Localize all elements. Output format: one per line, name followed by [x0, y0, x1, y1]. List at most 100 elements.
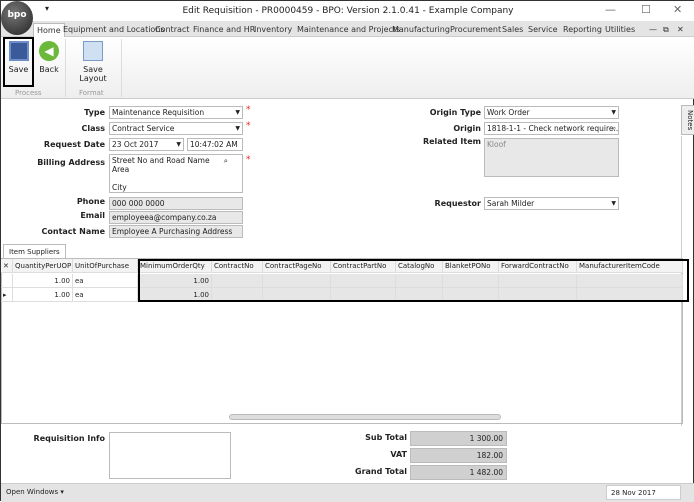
requestor-value: Sarah Milder [487, 199, 535, 208]
tab-reporting[interactable]: Reporting [563, 23, 602, 37]
origin-type-select[interactable]: Work Order ▼ [484, 106, 619, 119]
horizontal-scrollbar[interactable] [229, 414, 501, 420]
chevron-down-icon: ▼ [611, 200, 616, 207]
billing-line [112, 174, 242, 183]
quick-access-dropdown-icon[interactable]: ▾ [45, 4, 49, 13]
type-select[interactable]: Maintenance Requisition ▼ [109, 106, 243, 119]
class-label: Class [81, 124, 105, 133]
save-label: Save [8, 65, 29, 74]
tab-item-suppliers[interactable]: Item Suppliers [3, 244, 66, 259]
row-indicator[interactable]: ▸ [1, 288, 13, 302]
contact-name-label: Contact Name [41, 227, 106, 236]
billing-line: Street No and Road Name [112, 156, 210, 165]
origin-lookup[interactable]: 1818-1-1 - Check network require... ⌕ [484, 122, 619, 135]
tab-utilities[interactable]: Utilities [605, 23, 635, 37]
column-header[interactable]: QuantityPerUOP [13, 259, 73, 273]
layout-wrench-icon [83, 41, 103, 61]
subtotal-label: Sub Total [365, 433, 407, 442]
grid-cell[interactable]: ea [73, 288, 138, 302]
column-header[interactable]: UnitOfPurchase [73, 259, 138, 273]
related-item-field: Kloof [484, 138, 619, 177]
request-time-input[interactable]: 10:47:02 AM [187, 138, 243, 151]
tab-maintenance-and-projects[interactable]: Maintenance and Projects [297, 23, 400, 37]
tab-manufacturing[interactable]: Manufacturing [392, 23, 450, 37]
tab-sales[interactable]: Sales [502, 23, 523, 37]
mdi-close-icon[interactable]: ✕ [677, 23, 684, 37]
column-header[interactable]: MinimumOrderQty [138, 259, 212, 273]
tab-home[interactable]: Home [33, 23, 65, 37]
grid-cell[interactable] [443, 274, 499, 288]
row-indicator[interactable] [1, 274, 13, 288]
mdi-restore-icon[interactable]: ⧉ [663, 23, 669, 37]
grid-cell[interactable] [263, 288, 331, 302]
grid-cell[interactable] [396, 288, 443, 302]
grid-cell[interactable] [331, 288, 396, 302]
column-header[interactable]: ContractPartNo [331, 259, 396, 273]
grid-cell[interactable] [331, 274, 396, 288]
column-header[interactable]: CatalogNo [396, 259, 443, 273]
minimize-icon[interactable]: — [605, 3, 616, 16]
grid-cell[interactable] [443, 288, 499, 302]
column-header[interactable]: ForwardContractNo [499, 259, 577, 273]
grid-corner-icon[interactable]: ✕ [1, 259, 13, 273]
status-date[interactable]: 28 Nov 2017 [606, 485, 681, 500]
grand-total-field: 1 482.00 [410, 465, 507, 480]
grid-cell[interactable] [577, 288, 683, 302]
column-header[interactable]: ContractPageNo [263, 259, 331, 273]
email-label: Email [80, 211, 105, 220]
column-header[interactable]: BlanketPONo [443, 259, 499, 273]
mdi-minimize-icon[interactable]: — [649, 23, 657, 37]
email-field: employeea@company.co.za [109, 211, 243, 224]
origin-label: Origin [453, 124, 481, 133]
class-select[interactable]: Contract Service ▼ [109, 122, 243, 135]
requisition-info-input[interactable] [109, 432, 231, 479]
request-date-input[interactable]: 23 Oct 2017 ▼ [109, 138, 184, 151]
maximize-icon[interactable]: ☐ [641, 3, 651, 16]
grid-cell[interactable]: 1.00 [138, 288, 212, 302]
request-date-label: Request Date [43, 140, 105, 149]
billing-line: Area [112, 165, 130, 174]
group-format-label: Format [79, 89, 104, 97]
grid-cell[interactable] [212, 274, 263, 288]
tab-contract[interactable]: Contract [155, 23, 189, 37]
ribbon-tabs: Home Equipment and Locations Contract Finan… [1, 21, 694, 37]
tab-finance-and-hr[interactable]: Finance and HR [193, 23, 255, 37]
notes-side-tab[interactable]: Notes [681, 105, 694, 135]
chevron-down-icon: ▼ [176, 141, 181, 148]
grid-cell[interactable]: 1.00 [13, 274, 73, 288]
grid-cell[interactable] [396, 274, 443, 288]
column-header[interactable]: ContractNo [212, 259, 263, 273]
back-arrow-icon: ◀ [39, 41, 59, 61]
required-marker: * [246, 155, 251, 165]
grid-cell[interactable]: 1.00 [138, 274, 212, 288]
origin-type-value: Work Order [487, 108, 530, 117]
grid-cell[interactable] [212, 288, 263, 302]
tab-equipment-and-locations[interactable]: Equipment and Locations [63, 23, 165, 37]
grid-cell[interactable] [577, 274, 683, 288]
requestor-select[interactable]: Sarah Milder ▼ [484, 197, 619, 210]
chevron-down-icon: ▼ [235, 125, 240, 132]
tab-procurement[interactable]: Procurement [450, 23, 501, 37]
grid-cell[interactable] [263, 274, 331, 288]
save-button[interactable]: Save [3, 37, 34, 87]
subtotal-field: 1 300.00 [410, 431, 507, 446]
save-layout-button[interactable]: Save Layout [69, 39, 117, 87]
back-label: Back [39, 65, 59, 74]
grid-cell[interactable] [499, 288, 577, 302]
tab-inventory[interactable]: Inventory [254, 23, 292, 37]
billing-address-input[interactable]: ⌕ Street No and Road Name Area City [109, 154, 243, 193]
search-icon[interactable]: ⌕ [613, 123, 616, 134]
search-icon[interactable]: ⌕ [224, 156, 228, 165]
chevron-down-icon: ▼ [235, 109, 240, 116]
grid-cell[interactable] [499, 274, 577, 288]
grid-cell[interactable]: 1.00 [13, 288, 73, 302]
grid-cell[interactable]: ea [73, 274, 138, 288]
billing-line: City [112, 183, 127, 192]
close-icon[interactable]: ✕ [673, 3, 682, 16]
back-button[interactable]: ◀ Back [37, 39, 61, 87]
tab-service[interactable]: Service [528, 23, 558, 37]
requestor-label: Requestor [434, 199, 481, 208]
open-windows-button[interactable]: Open Windows ▾ [6, 488, 64, 496]
column-header[interactable]: ManufacturerItemCode [577, 259, 683, 273]
app-logo[interactable]: bpo [1, 1, 33, 35]
